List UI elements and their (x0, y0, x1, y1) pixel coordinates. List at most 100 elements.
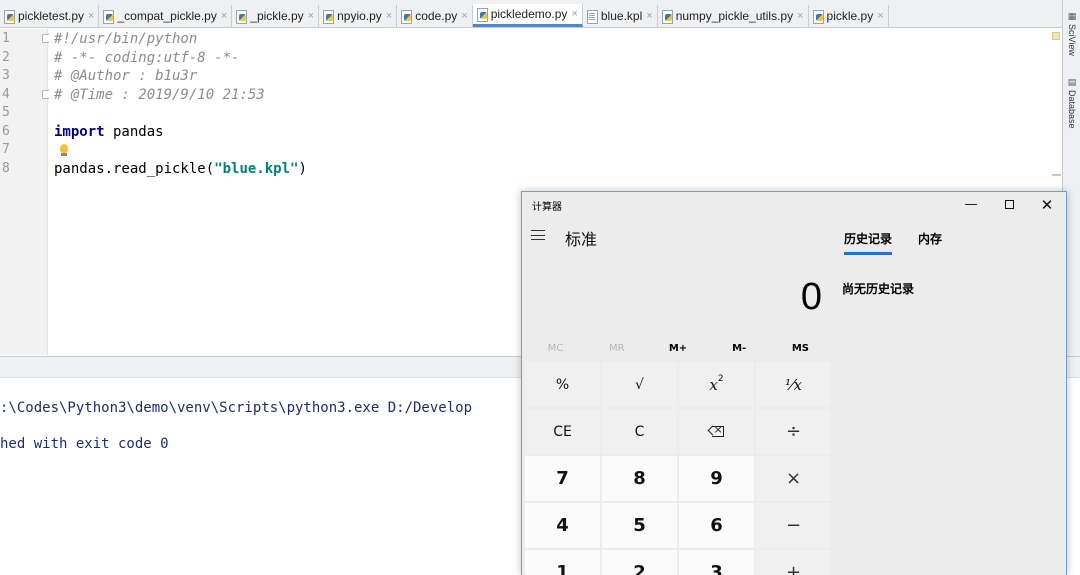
close-icon[interactable]: × (877, 10, 883, 22)
close-icon[interactable]: × (571, 8, 577, 20)
close-icon[interactable]: × (461, 10, 467, 22)
digit-7-button[interactable]: 7 (525, 456, 600, 501)
digit-5-button[interactable]: 5 (602, 503, 677, 548)
memory-store-button[interactable]: MS (770, 339, 831, 359)
close-icon[interactable]: × (308, 10, 314, 22)
calculator-window: 计算器 — ✕ 标准 0 MC MR M+ M- MS % √ x2 ¹⁄x C… (521, 191, 1067, 575)
digit-9-button[interactable]: 9 (679, 456, 754, 501)
close-icon[interactable]: × (88, 10, 94, 22)
tab-pickletest[interactable]: pickletest.py × (0, 5, 100, 27)
python-file-icon (3, 9, 15, 24)
calculator-titlebar[interactable]: 计算器 — ✕ (522, 192, 1066, 218)
tab-history[interactable]: 历史记录 (844, 230, 893, 255)
tab-blue-kpl[interactable]: blue.kpl × (583, 5, 658, 27)
tab-label: _compat_pickle.py (117, 9, 217, 23)
tab-npyio[interactable]: npyio.py × (319, 5, 398, 27)
call-expression: pandas.read_pickle( (54, 161, 215, 177)
inspection-status-icon[interactable] (1052, 32, 1060, 40)
memory-add-button[interactable]: M+ (647, 339, 708, 359)
python-file-icon (812, 9, 824, 24)
tab-pickle[interactable]: pickle.py × (809, 5, 889, 27)
plus-button[interactable]: + (756, 550, 831, 575)
digit-8-button[interactable]: 8 (602, 456, 677, 501)
backspace-button[interactable] (679, 409, 754, 454)
lightbulb-icon[interactable] (58, 144, 70, 158)
tab-numpy-pickle-utils[interactable]: numpy_pickle_utils.py × (658, 5, 809, 27)
digit-4-button[interactable]: 4 (525, 503, 600, 548)
square-base: x (709, 375, 718, 394)
close-icon[interactable]: × (797, 10, 803, 22)
tab-code[interactable]: code.py × (397, 5, 473, 27)
tab-compat-pickle[interactable]: _compat_pickle.py × (99, 5, 233, 27)
python-file-icon (661, 9, 673, 24)
percent-button[interactable]: % (525, 362, 600, 407)
tab-label: code.py (415, 9, 458, 23)
maximize-button[interactable] (990, 194, 1028, 216)
divide-button[interactable]: ÷ (756, 409, 831, 454)
close-icon[interactable]: × (646, 10, 652, 22)
scrollbar-marker[interactable] (1052, 174, 1061, 176)
string-literal: "blue.kpl" (214, 161, 299, 177)
clear-button[interactable]: C (602, 409, 677, 454)
close-icon[interactable]: × (221, 10, 227, 22)
console-command-line: :\Codes\Python3\demo\venv\Scripts\python… (0, 400, 473, 416)
tab-label: pickletest.py (18, 9, 85, 23)
line-number: 8 (2, 161, 10, 176)
tab-label: _pickle.py (250, 9, 304, 23)
reciprocal-button[interactable]: ¹⁄x (756, 362, 831, 407)
digit-2-button[interactable]: 2 (602, 550, 677, 575)
editor-tab-bar: pickletest.py × _compat_pickle.py × _pic… (0, 0, 1062, 28)
line-number: 1 (2, 31, 10, 46)
python-file-icon (476, 7, 488, 22)
tab-label: blue.kpl (600, 9, 643, 23)
digit-3-button[interactable]: 3 (679, 550, 754, 575)
memory-recall-button[interactable]: MR (586, 339, 647, 359)
close-paren: ) (298, 161, 307, 177)
module-name: pandas (104, 124, 164, 140)
console-exit-line: hed with exit code 0 (0, 436, 169, 452)
code-line-6: import pandas (54, 123, 164, 141)
code-line-4: # @Time : 2019/9/10 21:53 (54, 87, 265, 103)
tab-pickledemo[interactable]: pickledemo.py × (472, 4, 583, 27)
memory-subtract-button[interactable]: M- (709, 339, 770, 359)
square-button[interactable]: x2 (679, 362, 754, 407)
calculator-display: 0 (800, 276, 822, 318)
minus-button[interactable]: − (756, 503, 831, 548)
sciview-label: SciView (1067, 24, 1077, 56)
memory-clear-button[interactable]: MC (525, 339, 586, 359)
close-icon[interactable]: × (386, 10, 392, 22)
database-tool[interactable]: ▤ Database (1065, 78, 1079, 129)
minimize-button[interactable]: — (952, 194, 990, 216)
memory-row: MC MR M+ M- MS (525, 339, 831, 359)
code-line-3: # @Author : b1u3r (54, 68, 198, 84)
line-number: 7 (2, 142, 10, 157)
sqrt-button[interactable]: √ (602, 362, 677, 407)
sciview-tool[interactable]: ▦ SciView (1065, 12, 1079, 56)
digit-6-button[interactable]: 6 (679, 503, 754, 548)
digit-1-button[interactable]: 1 (525, 550, 600, 575)
tab-label: pickledemo.py (490, 7, 568, 21)
text-file-icon (586, 9, 598, 24)
code-line-8: pandas.read_pickle("blue.kpl") (54, 160, 307, 178)
keyword-import: import (54, 124, 105, 140)
close-button[interactable]: ✕ (1028, 194, 1066, 216)
line-number: 4 (2, 87, 10, 102)
tab-label: numpy_pickle_utils.py (675, 9, 794, 23)
multiply-button[interactable]: × (756, 456, 831, 501)
database-icon: ▤ (1067, 78, 1077, 88)
tab-memory[interactable]: 内存 (918, 230, 942, 255)
history-empty-message: 尚无历史记录 (842, 282, 915, 296)
tab-underscore-pickle[interactable]: _pickle.py × (232, 5, 320, 27)
line-number: 2 (2, 50, 10, 65)
maximize-icon (1004, 200, 1014, 209)
python-file-icon (102, 9, 115, 24)
window-title: 计算器 (532, 202, 562, 213)
history-memory-tabs: 历史记录 内存 (844, 230, 942, 255)
hamburger-menu-icon[interactable] (531, 230, 545, 240)
grid-icon: ▦ (1067, 12, 1077, 22)
line-number: 3 (2, 68, 10, 83)
calculator-mode-title: 标准 (565, 230, 598, 249)
clear-entry-button[interactable]: CE (525, 409, 600, 454)
line-number: 5 (2, 105, 10, 120)
python-file-icon (235, 9, 248, 24)
